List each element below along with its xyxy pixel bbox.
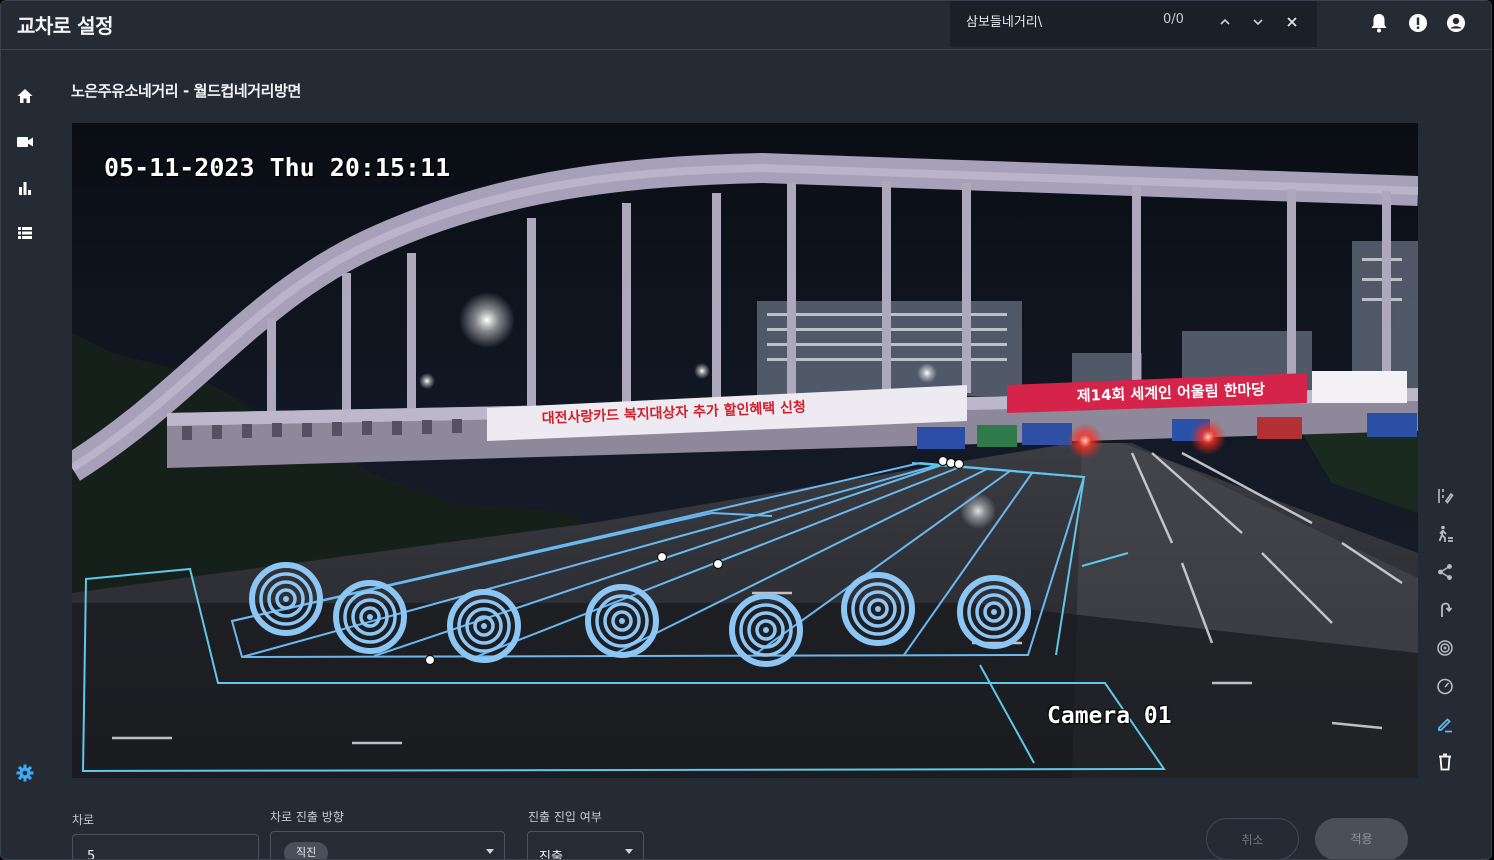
app-title: 교차로 설정: [17, 14, 113, 38]
share-node-icon[interactable]: [1431, 558, 1459, 586]
chevron-down-icon[interactable]: [486, 849, 494, 854]
cancel-button[interactable]: 취소: [1206, 818, 1299, 859]
camera-scene: 대전사랑카드 복지대상자 추가 할인혜택 신청 제14회 세계인 어울림 한마당: [72, 123, 1418, 778]
app-window: 교차로 설정 삼보들네거리\ 0/0 노은주유소네거리 - 월드컵네거리방면 대…: [0, 0, 1492, 860]
close-icon[interactable]: [1277, 7, 1307, 37]
chevron-down-icon[interactable]: [625, 849, 633, 854]
camera-label: Camera 01: [1047, 703, 1172, 729]
lane-value[interactable]: 5: [87, 849, 95, 859]
lane-input[interactable]: 5: [72, 834, 259, 859]
entry-label: 진출 진입 여부: [528, 810, 602, 824]
direction-label: 차로 진출 방향: [270, 810, 344, 824]
direction-chip[interactable]: 직진: [284, 842, 329, 859]
lane-label: 차로: [72, 813, 95, 827]
turn-arrow-icon[interactable]: [1431, 596, 1459, 624]
lane-marker[interactable]: [249, 562, 323, 636]
top-bar: 교차로 설정 삼보들네거리\ 0/0: [1, 1, 1491, 50]
pedestrian-icon[interactable]: [1431, 520, 1459, 548]
chevron-up-icon[interactable]: [1210, 7, 1240, 37]
apply-button[interactable]: 적용: [1315, 818, 1408, 859]
lane-marker[interactable]: [447, 589, 521, 663]
list-icon[interactable]: [13, 221, 37, 245]
speed-gauge-icon[interactable]: [1431, 672, 1459, 700]
account-circle-icon[interactable]: [1444, 11, 1468, 35]
bell-icon[interactable]: [1367, 11, 1391, 35]
search-bar[interactable]: 삼보들네거리\ 0/0: [950, 1, 1317, 47]
entry-value[interactable]: 진출: [539, 846, 563, 859]
lane-marker[interactable]: [333, 580, 407, 654]
gear-icon[interactable]: [13, 761, 37, 785]
lane-marker[interactable]: [729, 593, 803, 667]
lane-marker[interactable]: [957, 575, 1031, 649]
lane-tool-icon[interactable]: [1431, 482, 1459, 510]
camera-view[interactable]: 대전사랑카드 복지대상자 추가 할인혜택 신청 제14회 세계인 어울림 한마당: [72, 123, 1418, 778]
lane-marker[interactable]: [585, 584, 659, 658]
videocam-icon[interactable]: [13, 130, 37, 154]
home-icon[interactable]: [13, 84, 37, 108]
search-count: 0/0: [1163, 12, 1184, 27]
camera-timestamp: 05-11-2023 Thu 20:15:11: [104, 153, 451, 182]
left-nav: [1, 51, 51, 859]
chevron-down-icon[interactable]: [1243, 7, 1273, 37]
trash-icon[interactable]: [1431, 748, 1459, 776]
entry-select[interactable]: 진출: [527, 831, 644, 859]
page-title: 노은주유소네거리 - 월드컵네거리방면: [71, 82, 301, 100]
target-icon[interactable]: [1431, 634, 1459, 662]
direction-select[interactable]: 직진: [270, 831, 505, 859]
lane-marker[interactable]: [841, 572, 915, 646]
alert-circle-icon[interactable]: [1406, 11, 1430, 35]
bar-chart-icon[interactable]: [13, 176, 37, 200]
pencil-icon[interactable]: [1431, 710, 1459, 738]
search-query[interactable]: 삼보들네거리\: [966, 11, 1042, 30]
